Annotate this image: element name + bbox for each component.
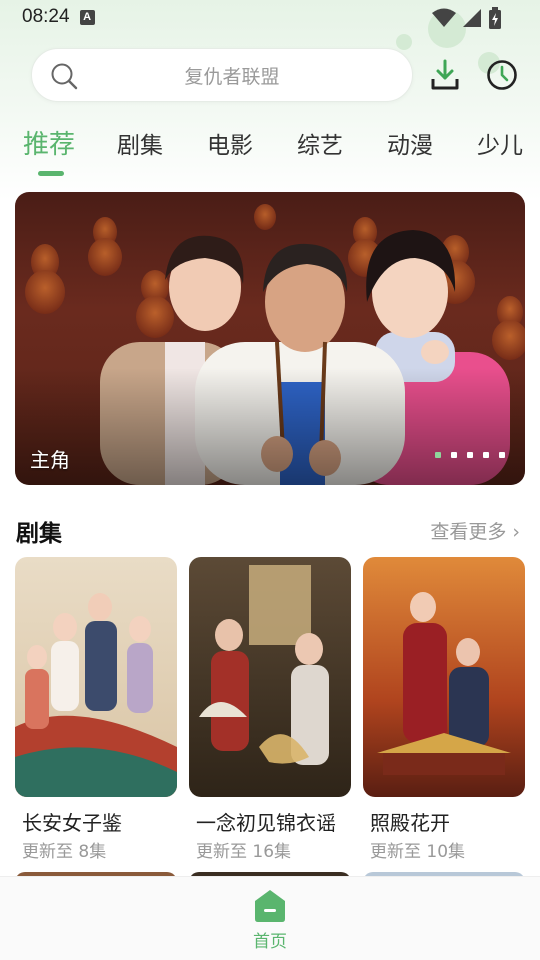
drama-title: 长安女子鉴 xyxy=(22,811,122,835)
category-tabs: 推荐 剧集 电影 综艺 动漫 少儿 xyxy=(0,126,540,182)
status-indicators xyxy=(432,7,502,29)
banner-artwork xyxy=(15,192,525,485)
carousel-indicators xyxy=(435,452,505,458)
signal-icon xyxy=(463,9,481,27)
hero-banner[interactable]: 主角 xyxy=(15,192,525,485)
episode-status: 更新至 8集 xyxy=(22,842,107,862)
battery-icon xyxy=(489,7,501,29)
poster-artwork xyxy=(189,557,351,797)
drama-card[interactable]: 长安女子鉴 更新至 8集 xyxy=(15,557,177,862)
episode-status: 更新至 10集 xyxy=(370,842,466,862)
tab-kids[interactable]: 少儿 xyxy=(477,126,523,160)
carousel-dot[interactable] xyxy=(467,452,473,458)
carousel-dot[interactable] xyxy=(483,452,489,458)
nav-home-label[interactable]: 首页 xyxy=(0,927,540,952)
carousel-dot[interactable] xyxy=(435,452,441,458)
tab-indicator xyxy=(38,171,64,176)
tab-movies[interactable]: 电影 xyxy=(207,126,253,160)
drama-poster[interactable] xyxy=(363,557,525,797)
home-icon[interactable] xyxy=(254,889,286,923)
drama-title: 一念初见锦衣谣 xyxy=(196,811,336,835)
search-placeholder: 复仇者联盟 xyxy=(184,65,280,88)
status-time: 08:24 xyxy=(22,6,70,27)
tab-variety[interactable]: 综艺 xyxy=(297,126,343,160)
history-clock-icon[interactable] xyxy=(486,59,518,91)
tab-series[interactable]: 剧集 xyxy=(117,126,163,160)
download-icon[interactable] xyxy=(429,58,461,92)
drama-card[interactable]: 一念初见锦衣谣 更新至 16集 xyxy=(189,557,351,862)
poster-artwork xyxy=(363,557,525,797)
bottom-navigation: 首页 xyxy=(0,876,540,960)
status-bar: 08:24 A xyxy=(0,0,540,34)
drama-title: 照殿花开 xyxy=(370,811,450,835)
section-title: 剧集 xyxy=(16,521,62,547)
carousel-dot[interactable] xyxy=(451,452,457,458)
search-icon xyxy=(51,63,78,90)
view-more-link[interactable]: 查看更多 › xyxy=(430,517,520,544)
drama-card[interactable]: 照殿花开 更新至 10集 xyxy=(363,557,525,862)
decor-circle xyxy=(396,34,412,50)
banner-title: 主角 xyxy=(30,448,70,472)
tab-anime[interactable]: 动漫 xyxy=(387,126,433,160)
drama-poster[interactable] xyxy=(189,557,351,797)
episode-status: 更新至 16集 xyxy=(196,842,292,862)
notification-icon: A xyxy=(79,9,95,25)
drama-poster[interactable] xyxy=(15,557,177,797)
wifi-icon xyxy=(432,8,456,27)
tab-recommend[interactable]: 推荐 xyxy=(23,124,75,161)
search-bar[interactable]: 复仇者联盟 xyxy=(31,48,413,102)
carousel-dot[interactable] xyxy=(499,452,505,458)
poster-artwork xyxy=(15,557,177,797)
